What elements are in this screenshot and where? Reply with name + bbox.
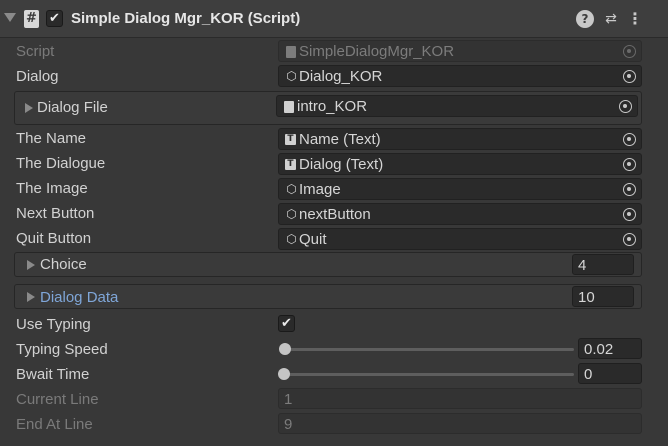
choice-size-value: 4 [578,257,587,274]
dialog-data-label[interactable]: Dialog Data [40,289,118,306]
dialog-file-label[interactable]: Dialog File [37,99,108,116]
choice-box: Choice [14,252,642,277]
use-typing-label: Use Typing [16,316,91,333]
textasset-icon [284,101,294,113]
end-at-line-label: End At Line [16,416,93,433]
typing-speed-field[interactable]: 0.02 [578,338,642,359]
object-picker-icon [623,45,636,58]
script-label: Script [16,43,55,60]
object-picker-icon[interactable] [623,70,636,83]
choice-label[interactable]: Choice [40,256,87,273]
dialog-data-size-field[interactable]: 10 [572,286,634,307]
context-menu-icon[interactable]: ⋮ [626,10,644,28]
end-at-line-field: 9 [278,413,642,434]
script-asset-icon [286,46,296,58]
gameobject-icon: ⬡ [286,207,297,221]
dialog-file-field[interactable]: intro_KOR [276,95,638,117]
dialog-value: Dialog_KOR [299,68,383,85]
foldout-arrow-icon[interactable] [27,292,35,302]
component-header: # ✔ Simple Dialog Mgr_KOR (Script) ? ⇄ ⋮ [0,0,668,38]
script-icon: # [24,10,39,28]
gameobject-icon: ⬡ [286,69,297,83]
the-image-field[interactable]: ⬡ Image [278,178,642,200]
text-icon: T [285,134,296,145]
foldout-arrow-icon[interactable] [25,103,33,113]
gameobject-icon: ⬡ [286,182,297,196]
next-button-field[interactable]: ⬡ nextButton [278,203,642,225]
object-picker-icon[interactable] [623,233,636,246]
typing-speed-label: Typing Speed [16,341,108,358]
text-icon: T [285,159,296,170]
bwait-time-value: 0 [584,366,593,383]
bwait-time-field[interactable]: 0 [578,363,642,384]
next-button-label: Next Button [16,205,95,222]
gameobject-icon: ⬡ [286,232,297,246]
the-dialogue-value: Dialog (Text) [299,156,384,173]
typing-speed-value: 0.02 [584,341,614,358]
component-title: Simple Dialog Mgr_KOR (Script) [71,10,301,27]
dialog-field[interactable]: ⬡ Dialog_KOR [278,65,642,87]
current-line-label: Current Line [16,391,99,408]
object-picker-icon[interactable] [623,158,636,171]
the-name-value: Name (Text) [299,131,381,148]
the-dialogue-field[interactable]: T Dialog (Text) [278,153,642,175]
object-picker-icon[interactable] [619,100,632,113]
component-enabled-checkbox[interactable]: ✔ [46,10,63,27]
typing-speed-slider-thumb[interactable] [279,343,291,355]
foldout-arrow-icon[interactable] [27,260,35,270]
dialog-data-box: Dialog Data [14,284,642,309]
quit-button-label: Quit Button [16,230,92,247]
object-picker-icon[interactable] [623,183,636,196]
bwait-time-label: Bwait Time [16,366,90,383]
dialog-data-size-value: 10 [578,289,595,306]
quit-button-field[interactable]: ⬡ Quit [278,228,642,250]
the-name-field[interactable]: T Name (Text) [278,128,642,150]
quit-button-value: Quit [299,231,327,248]
dialog-file-value: intro_KOR [297,98,368,115]
the-dialogue-label: The Dialogue [16,155,106,172]
current-line-value: 1 [284,391,293,408]
typing-speed-slider[interactable] [284,348,574,351]
next-button-value: nextButton [299,206,371,223]
script-value: SimpleDialogMgr_KOR [299,43,455,60]
presets-icon[interactable]: ⇄ [602,10,620,28]
use-typing-checkbox[interactable]: ✔ [278,315,295,332]
the-image-label: The Image [16,180,88,197]
object-picker-icon[interactable] [623,133,636,146]
current-line-field: 1 [278,388,642,409]
end-at-line-value: 9 [284,416,293,433]
bwait-time-slider-thumb[interactable] [278,368,290,380]
choice-size-field[interactable]: 4 [572,254,634,275]
object-picker-icon[interactable] [623,208,636,221]
the-image-value: Image [299,181,341,198]
bwait-time-slider[interactable] [284,373,574,376]
help-icon[interactable]: ? [576,10,594,28]
script-field: SimpleDialogMgr_KOR [278,40,642,62]
foldout-arrow-icon[interactable] [4,13,16,22]
dialog-label: Dialog [16,68,59,85]
the-name-label: The Name [16,130,87,147]
